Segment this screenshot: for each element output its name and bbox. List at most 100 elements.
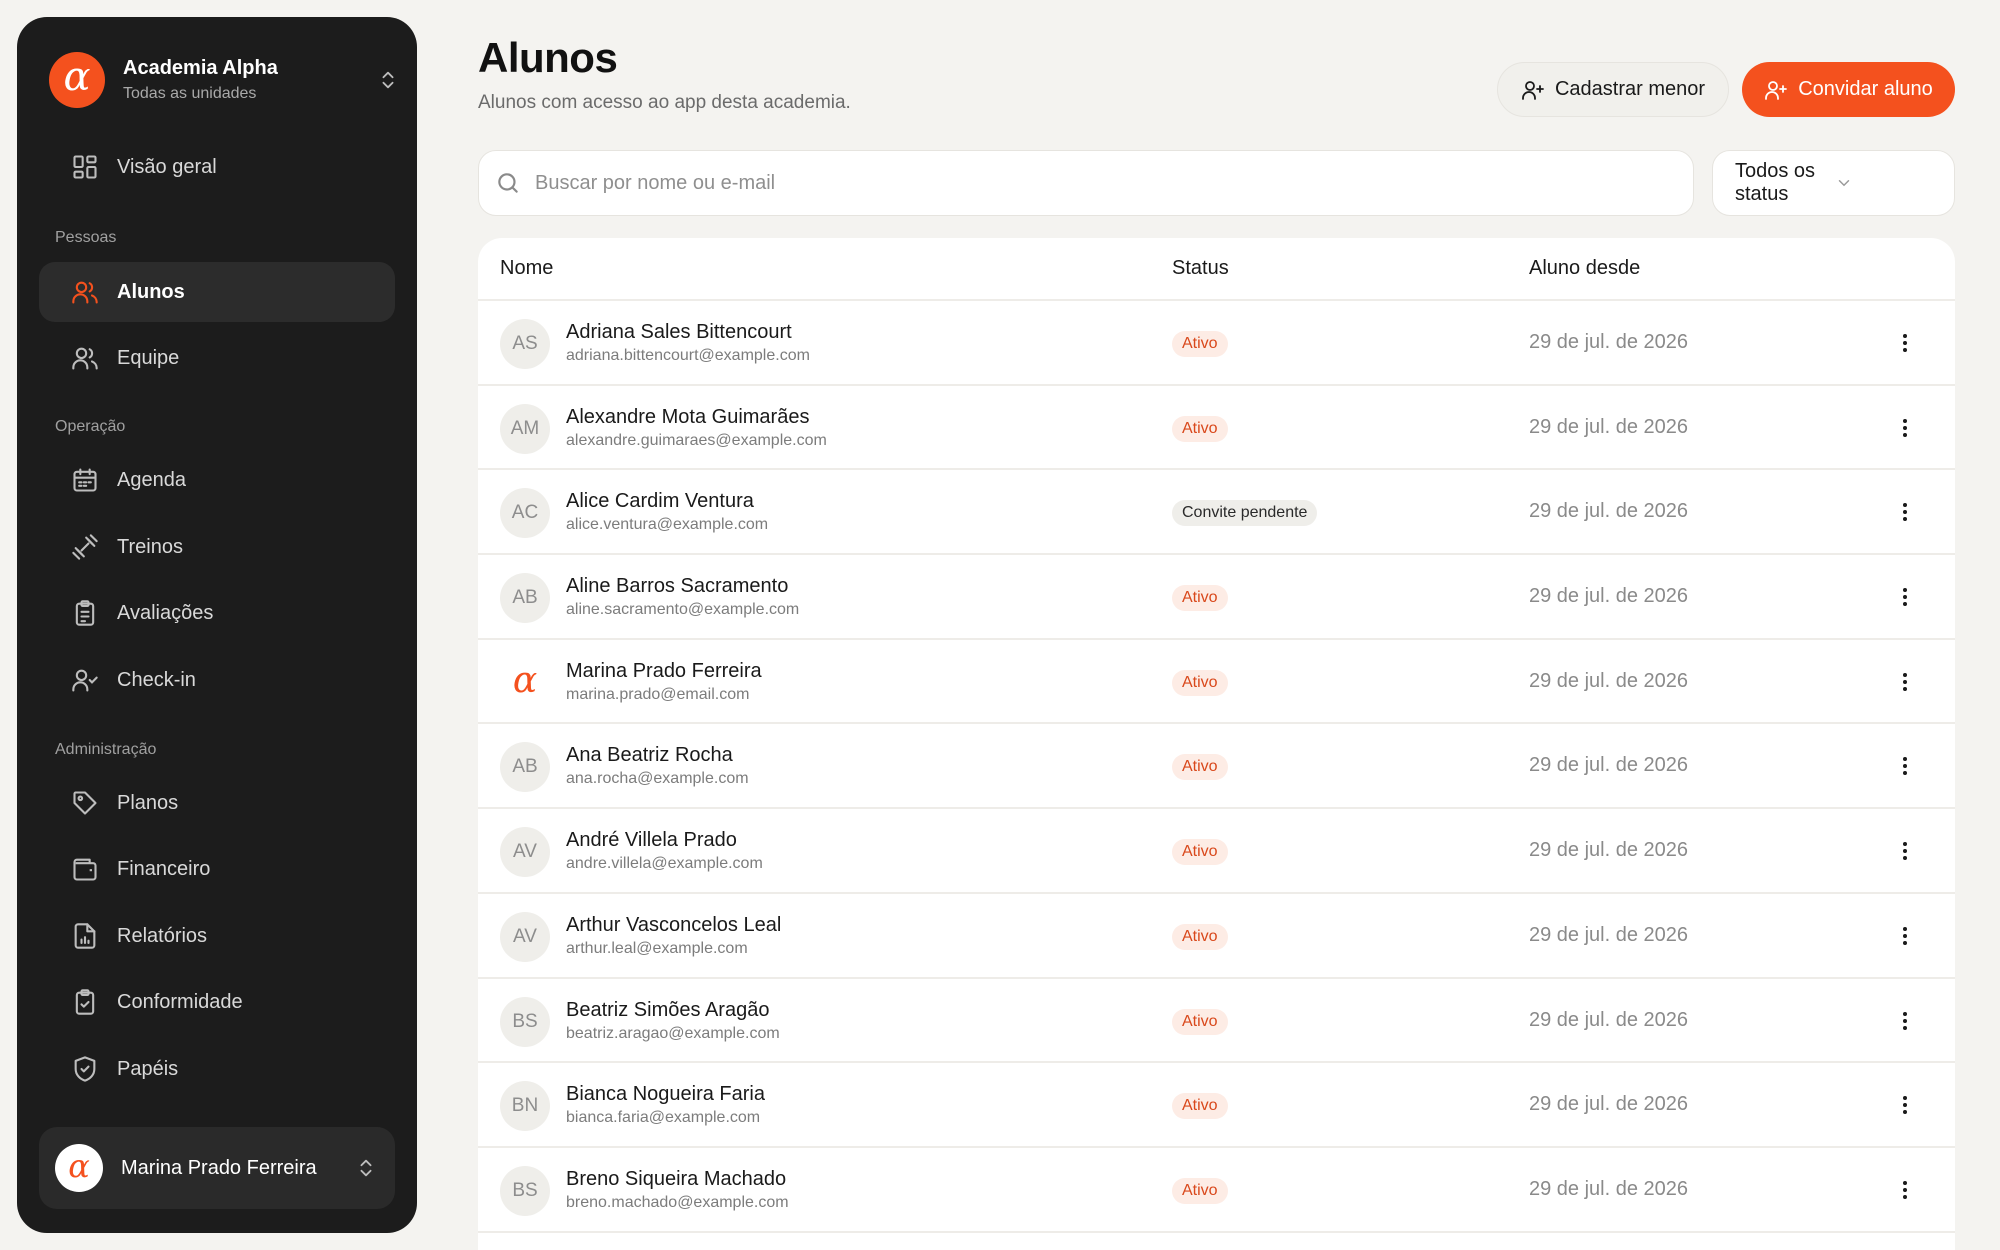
more-vertical-icon	[1903, 672, 1907, 691]
row-actions-button[interactable]	[1891, 922, 1919, 950]
student-name: Aline Barros Sacramento	[566, 575, 789, 598]
row-actions-button[interactable]	[1891, 1091, 1919, 1119]
user-avatar: α	[55, 1144, 103, 1192]
table-row[interactable]: AC Alice Cardim Ventura alice.ventura@ex…	[478, 470, 1955, 556]
more-vertical-icon	[1903, 842, 1907, 861]
table-row[interactable]: AM Alexandre Mota Guimarães alexandre.gu…	[478, 386, 1955, 471]
student-since-date: 29 de jul. de 2026	[1529, 923, 1689, 946]
more-vertical-icon	[1903, 503, 1907, 522]
nav-item-finance[interactable]: Financeiro	[39, 839, 395, 899]
invite-student-button[interactable]: Convidar aluno	[1742, 62, 1955, 117]
row-actions-button[interactable]	[1891, 414, 1919, 442]
search-icon	[495, 170, 521, 196]
row-actions-button[interactable]	[1891, 1007, 1919, 1035]
table-header: Nome Status Aluno desde	[478, 238, 1955, 301]
more-vertical-icon	[1903, 334, 1907, 352]
row-actions-button[interactable]	[1891, 583, 1919, 611]
student-avatar: AC	[500, 488, 550, 539]
student-name: Marina Prado Ferreira	[566, 659, 762, 682]
student-avatar: AV	[500, 911, 550, 962]
clipboard-check-icon	[71, 988, 99, 1016]
student-since-date: 29 de jul. de 2026	[1529, 1177, 1689, 1200]
student-since-date: 29 de jul. de 2026	[1529, 500, 1689, 523]
student-avatar: BN	[500, 1081, 550, 1132]
student-since-date: 29 de jul. de 2026	[1529, 1093, 1689, 1116]
register-minor-label: Cadastrar menor	[1554, 78, 1706, 100]
student-name: Beatriz Simões Aragão	[566, 998, 770, 1021]
nav-item-workouts[interactable]: Treinos	[39, 517, 395, 577]
calendar-icon	[71, 466, 99, 494]
org-name: Academia Alpha	[123, 57, 278, 79]
row-actions-button[interactable]	[1891, 498, 1919, 526]
team-icon	[71, 344, 99, 372]
student-since-date: 29 de jul. de 2026	[1529, 669, 1689, 692]
section-label-people: Pessoas	[55, 229, 117, 246]
student-name: Bianca Nogueira Faria	[566, 1083, 765, 1106]
row-actions-button[interactable]	[1891, 752, 1919, 780]
section-label-admin: Administração	[55, 741, 157, 758]
nav-item-compliance[interactable]: Conformidade	[39, 972, 395, 1032]
nav-item-reports[interactable]: Relatórios	[39, 906, 395, 966]
table-row[interactable]: BS Breno Siqueira Machado breno.machado@…	[478, 1148, 1955, 1233]
student-avatar: AV	[500, 827, 550, 878]
student-email: arthur.leal@example.com	[566, 939, 748, 957]
nav-item-students[interactable]: Alunos	[39, 262, 395, 322]
row-actions-button[interactable]	[1891, 329, 1919, 357]
student-email: ana.rocha@example.com	[566, 770, 749, 788]
student-email: bianca.faria@example.com	[566, 1109, 761, 1127]
nav-label: Planos	[117, 791, 179, 814]
nav-item-assessments[interactable]: Avaliações	[39, 583, 395, 643]
table-row[interactable]: AS Adriana Sales Bittencourt adriana.bit…	[478, 301, 1955, 386]
org-logo: α	[49, 52, 105, 108]
status-filter-select[interactable]: Todos os status	[1712, 150, 1955, 216]
column-header-status: Status	[1172, 257, 1229, 279]
register-minor-button[interactable]: Cadastrar menor	[1497, 62, 1729, 117]
table-row[interactable]: AB Ana Beatriz Rocha ana.rocha@example.c…	[478, 724, 1955, 810]
status-badge: Ativo	[1172, 1177, 1228, 1204]
status-badge: Ativo	[1172, 585, 1228, 612]
table-row[interactable]: BN Bianca Nogueira Faria bianca.faria@ex…	[478, 1063, 1955, 1148]
nav-item-overview[interactable]: Visão geral	[39, 137, 395, 197]
student-since-date: 29 de jul. de 2026	[1529, 1008, 1689, 1031]
org-subtitle: Todas as unidades	[123, 85, 257, 102]
nav-item-schedule[interactable]: Agenda	[39, 450, 395, 510]
dashboard-icon	[71, 153, 99, 181]
status-badge: Ativo	[1172, 331, 1228, 357]
status-filter-value: Todos os status	[1735, 160, 1816, 205]
nav-item-roles[interactable]: Papéis	[39, 1039, 395, 1099]
sidebar: α Academia Alpha Todas as unidades Visão…	[17, 17, 417, 1233]
search-input[interactable]	[535, 171, 1635, 195]
status-badge: Ativo	[1172, 923, 1228, 950]
status-badge: Ativo	[1172, 1008, 1228, 1035]
chevron-updown-icon	[360, 1159, 372, 1177]
org-switcher[interactable]: α Academia Alpha Todas as unidades	[49, 51, 399, 109]
student-email: aline.sacramento@example.com	[566, 601, 800, 619]
table-row[interactable]: AV André Villela Prado andre.villela@exa…	[478, 809, 1955, 894]
clipboard-list-icon	[71, 599, 99, 627]
nav-label: Treinos	[117, 535, 183, 558]
row-actions-button[interactable]	[1891, 668, 1919, 696]
table-row[interactable]: BS Beatriz Simões Aragão beatriz.aragao@…	[478, 979, 1955, 1064]
nav-label: Avaliações	[117, 601, 214, 624]
status-badge: Ativo	[1172, 754, 1228, 781]
nav-label: Financeiro	[117, 857, 211, 880]
row-actions-button[interactable]	[1891, 837, 1919, 865]
table-row[interactable]: α Marina Prado Ferreira marina.prado@ema…	[478, 640, 1955, 725]
nav-item-plans[interactable]: Planos	[39, 773, 395, 833]
table-row[interactable]: AV Arthur Vasconcelos Leal arthur.leal@e…	[478, 894, 1955, 979]
table-row[interactable]: AB Aline Barros Sacramento aline.sacrame…	[478, 555, 1955, 640]
row-actions-button[interactable]	[1891, 1176, 1919, 1204]
file-chart-icon	[71, 922, 99, 950]
student-since-date: 29 de jul. de 2026	[1529, 585, 1689, 608]
nav-item-checkin[interactable]: Check-in	[39, 650, 395, 710]
student-email: beatriz.aragao@example.com	[566, 1024, 780, 1042]
students-table: Nome Status Aluno desde AS Adriana Sales…	[478, 238, 1955, 1250]
student-email: andre.villela@example.com	[566, 855, 763, 873]
user-menu[interactable]: α Marina Prado Ferreira	[39, 1127, 395, 1209]
more-vertical-icon	[1903, 1011, 1907, 1030]
student-since-date: 29 de jul. de 2026	[1529, 331, 1689, 353]
student-name: André Villela Prado	[566, 829, 737, 852]
nav-label: Alunos	[117, 280, 185, 303]
nav-item-team[interactable]: Equipe	[39, 328, 395, 388]
tag-icon	[71, 789, 99, 817]
